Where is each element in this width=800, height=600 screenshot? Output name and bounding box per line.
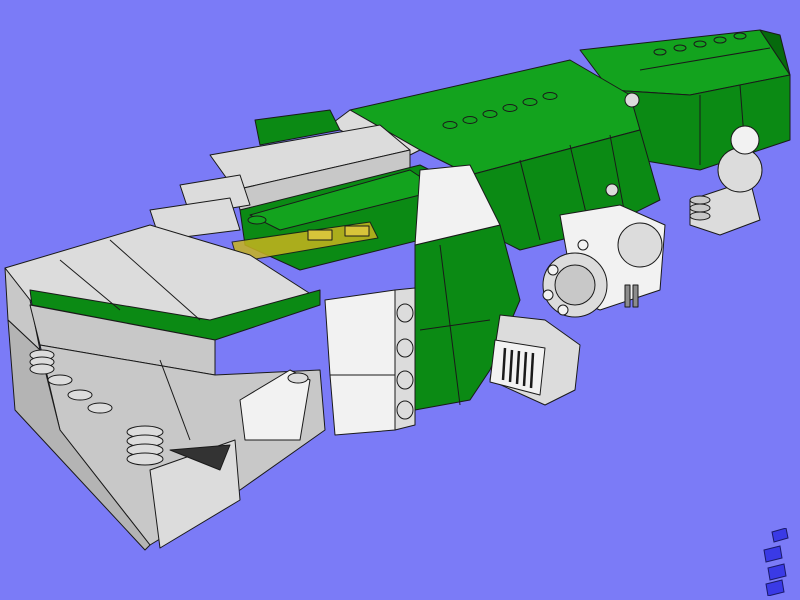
panel-upper	[324, 289, 396, 376]
vent-block	[489, 314, 581, 406]
engine-pod	[542, 204, 666, 318]
panel-lower	[329, 374, 396, 436]
stacked-bricks-icon	[763, 528, 789, 596]
side-panel	[324, 287, 416, 436]
render-viewport	[0, 0, 800, 600]
spaceship-model	[4, 29, 791, 551]
